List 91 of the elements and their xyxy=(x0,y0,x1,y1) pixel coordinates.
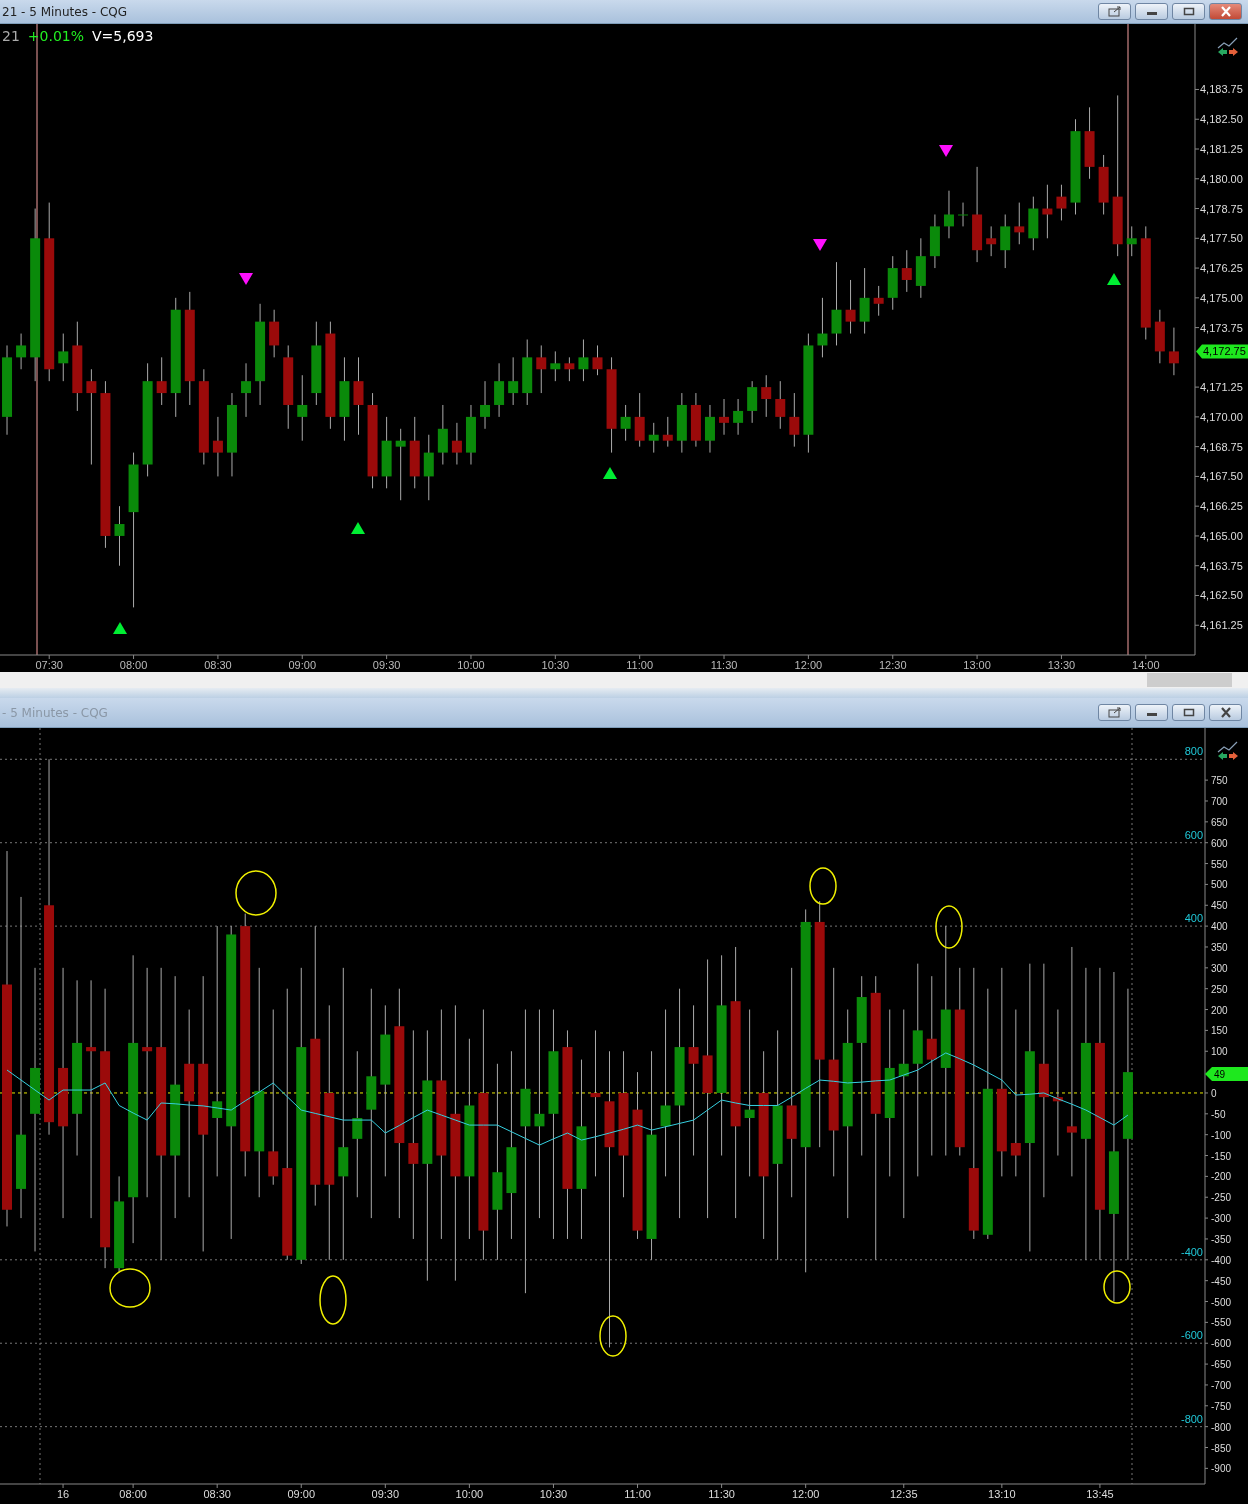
level-label: 600 xyxy=(1184,828,1203,841)
time-label: 13:30 xyxy=(1047,659,1076,671)
price-label: 4,178.75 xyxy=(1200,202,1243,215)
level-label: 400 xyxy=(1184,912,1203,925)
price-label: 4,183.75 xyxy=(1200,83,1243,96)
axis-label: -750 xyxy=(1211,1400,1231,1412)
price-label: 4,177.50 xyxy=(1200,232,1243,245)
axis-label: -150 xyxy=(1211,1150,1231,1162)
axis-label: -250 xyxy=(1211,1192,1231,1204)
time-label: 12:00 xyxy=(791,1488,820,1500)
axis-label: 650 xyxy=(1211,816,1228,828)
axis-label: 350 xyxy=(1211,942,1228,953)
time-label: 08:30 xyxy=(204,659,232,671)
change-label: +0.01% xyxy=(27,28,85,44)
level-label: -400 xyxy=(1180,1245,1203,1258)
axis-label: 400 xyxy=(1211,921,1228,933)
axis-label: -400 xyxy=(1211,1254,1231,1266)
time-label: 09:30 xyxy=(372,659,401,671)
axis-label: -450 xyxy=(1211,1275,1231,1287)
time-label: 12:00 xyxy=(794,659,823,671)
price-label: 4,162.50 xyxy=(1200,589,1243,602)
time-label: 10:30 xyxy=(541,659,570,671)
symbol-label: 21 xyxy=(2,28,20,44)
price-label: 4,176.25 xyxy=(1200,262,1243,275)
axis-label: -900 xyxy=(1211,1463,1231,1475)
axis-label: 500 xyxy=(1211,879,1228,891)
price-label: 4,167.50 xyxy=(1200,470,1243,483)
axis-label: -600 xyxy=(1211,1338,1231,1350)
time-label: 12:30 xyxy=(878,659,907,671)
price-label: 4,163.75 xyxy=(1200,559,1243,572)
axis-label: 100 xyxy=(1211,1046,1228,1058)
axis-label: -100 xyxy=(1211,1129,1231,1141)
time-label: 12:35 xyxy=(890,1488,918,1500)
time-label: 11:00 xyxy=(626,659,654,671)
price-label: 4,173.75 xyxy=(1200,321,1243,334)
last-value-badge: 49 xyxy=(1205,1067,1248,1081)
level-label: -600 xyxy=(1180,1329,1203,1342)
time-label: 11:30 xyxy=(708,1488,735,1500)
axis-label: -650 xyxy=(1211,1359,1231,1371)
axis-label: 450 xyxy=(1211,900,1228,912)
axis-label: -550 xyxy=(1211,1317,1231,1329)
axis-label: 600 xyxy=(1211,837,1228,849)
price-label: 4,181.25 xyxy=(1200,143,1243,155)
window-title: 21 - 5 Minutes - CQG xyxy=(2,4,127,19)
price-label: 4,180.00 xyxy=(1200,172,1243,185)
level-label: 800 xyxy=(1184,745,1203,758)
axis-label: 150 xyxy=(1211,1025,1228,1037)
axis-label: 700 xyxy=(1211,796,1228,807)
time-label: 13:45 xyxy=(1086,1488,1114,1500)
volume-label: V=5,693 xyxy=(92,28,154,44)
level-label: -800 xyxy=(1180,1412,1203,1425)
price-label: 4,182.50 xyxy=(1200,113,1243,126)
time-label: 09:30 xyxy=(371,1488,400,1500)
price-label: 4,175.00 xyxy=(1200,291,1243,304)
axis-label: 300 xyxy=(1211,962,1228,974)
price-label: 4,170.00 xyxy=(1200,410,1243,423)
axis-label: 750 xyxy=(1211,775,1228,787)
axis-label: 250 xyxy=(1211,983,1228,995)
time-label: 10:30 xyxy=(539,1488,568,1500)
price-label: 4,171.25 xyxy=(1200,381,1243,394)
price-label: 4,168.75 xyxy=(1200,440,1243,453)
axis-label: 550 xyxy=(1211,858,1228,870)
time-label: 16 xyxy=(56,1488,70,1500)
axis-label: -350 xyxy=(1211,1233,1231,1245)
axis-label: -500 xyxy=(1211,1296,1231,1308)
time-label: 14:00 xyxy=(1132,659,1160,671)
time-label: 09:00 xyxy=(287,1488,315,1500)
price-label: 4,161.25 xyxy=(1200,619,1243,632)
axis-label: -800 xyxy=(1211,1421,1231,1433)
axis-label: -50 xyxy=(1211,1108,1226,1120)
axis-label: -200 xyxy=(1211,1171,1231,1183)
time-label: 08:00 xyxy=(119,1488,147,1500)
time-label: 08:00 xyxy=(119,659,148,671)
time-label: 13:00 xyxy=(963,659,991,671)
last-price-badge: 4,172.75 xyxy=(1196,344,1248,359)
time-label: 11:00 xyxy=(624,1488,651,1500)
axis-label: 200 xyxy=(1211,1004,1228,1016)
time-label: 11:30 xyxy=(710,659,738,671)
price-label: 4,166.25 xyxy=(1200,500,1243,513)
time-label: 10:00 xyxy=(455,1488,484,1500)
axis-label: 0 xyxy=(1211,1087,1217,1099)
price-label: 4,165.00 xyxy=(1200,529,1243,542)
time-label: 08:30 xyxy=(203,1488,231,1500)
time-label: 10:00 xyxy=(457,659,485,671)
axis-label: -700 xyxy=(1211,1379,1231,1391)
time-label: 09:00 xyxy=(288,659,317,671)
axis-label: -850 xyxy=(1211,1442,1231,1454)
time-label: 07:30 xyxy=(35,659,63,671)
window-title: - 5 Minutes - CQG xyxy=(2,705,108,720)
time-label: 13:10 xyxy=(988,1488,1016,1500)
axis-label: -300 xyxy=(1211,1213,1231,1225)
